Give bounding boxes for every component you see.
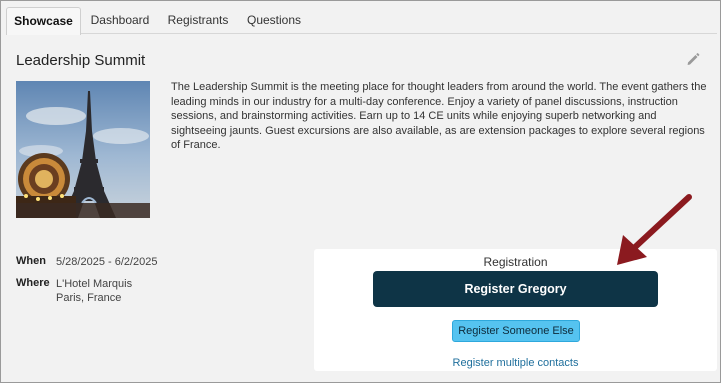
where-venue: L'Hotel Marquis [56,278,133,290]
tab-questions[interactable]: Questions [238,7,310,34]
pencil-icon[interactable] [685,51,701,67]
where-city: Paris, France [56,292,122,304]
showcase-page: Showcase Dashboard Registrants Questions… [0,0,721,383]
event-image [16,81,150,218]
tab-bar: Showcase Dashboard Registrants Questions [6,7,717,35]
when-value: 5/28/2025 - 6/2/2025 [56,256,158,268]
red-arrow-icon [617,194,692,265]
event-title: Leadership Summit [16,52,146,69]
where-label: Where [16,277,50,289]
tab-showcase[interactable]: Showcase [6,7,81,35]
tab-dashboard[interactable]: Dashboard [82,7,158,34]
event-description: The Leadership Summit is the meeting pla… [171,81,707,151]
when-label: When [16,255,46,267]
tab-registrants[interactable]: Registrants [159,7,237,34]
register-multiple-link[interactable]: Register multiple contacts [314,357,717,369]
register-self-button[interactable]: Register Gregory [373,271,658,307]
register-someone-else-button[interactable]: Register Someone Else [452,320,580,342]
